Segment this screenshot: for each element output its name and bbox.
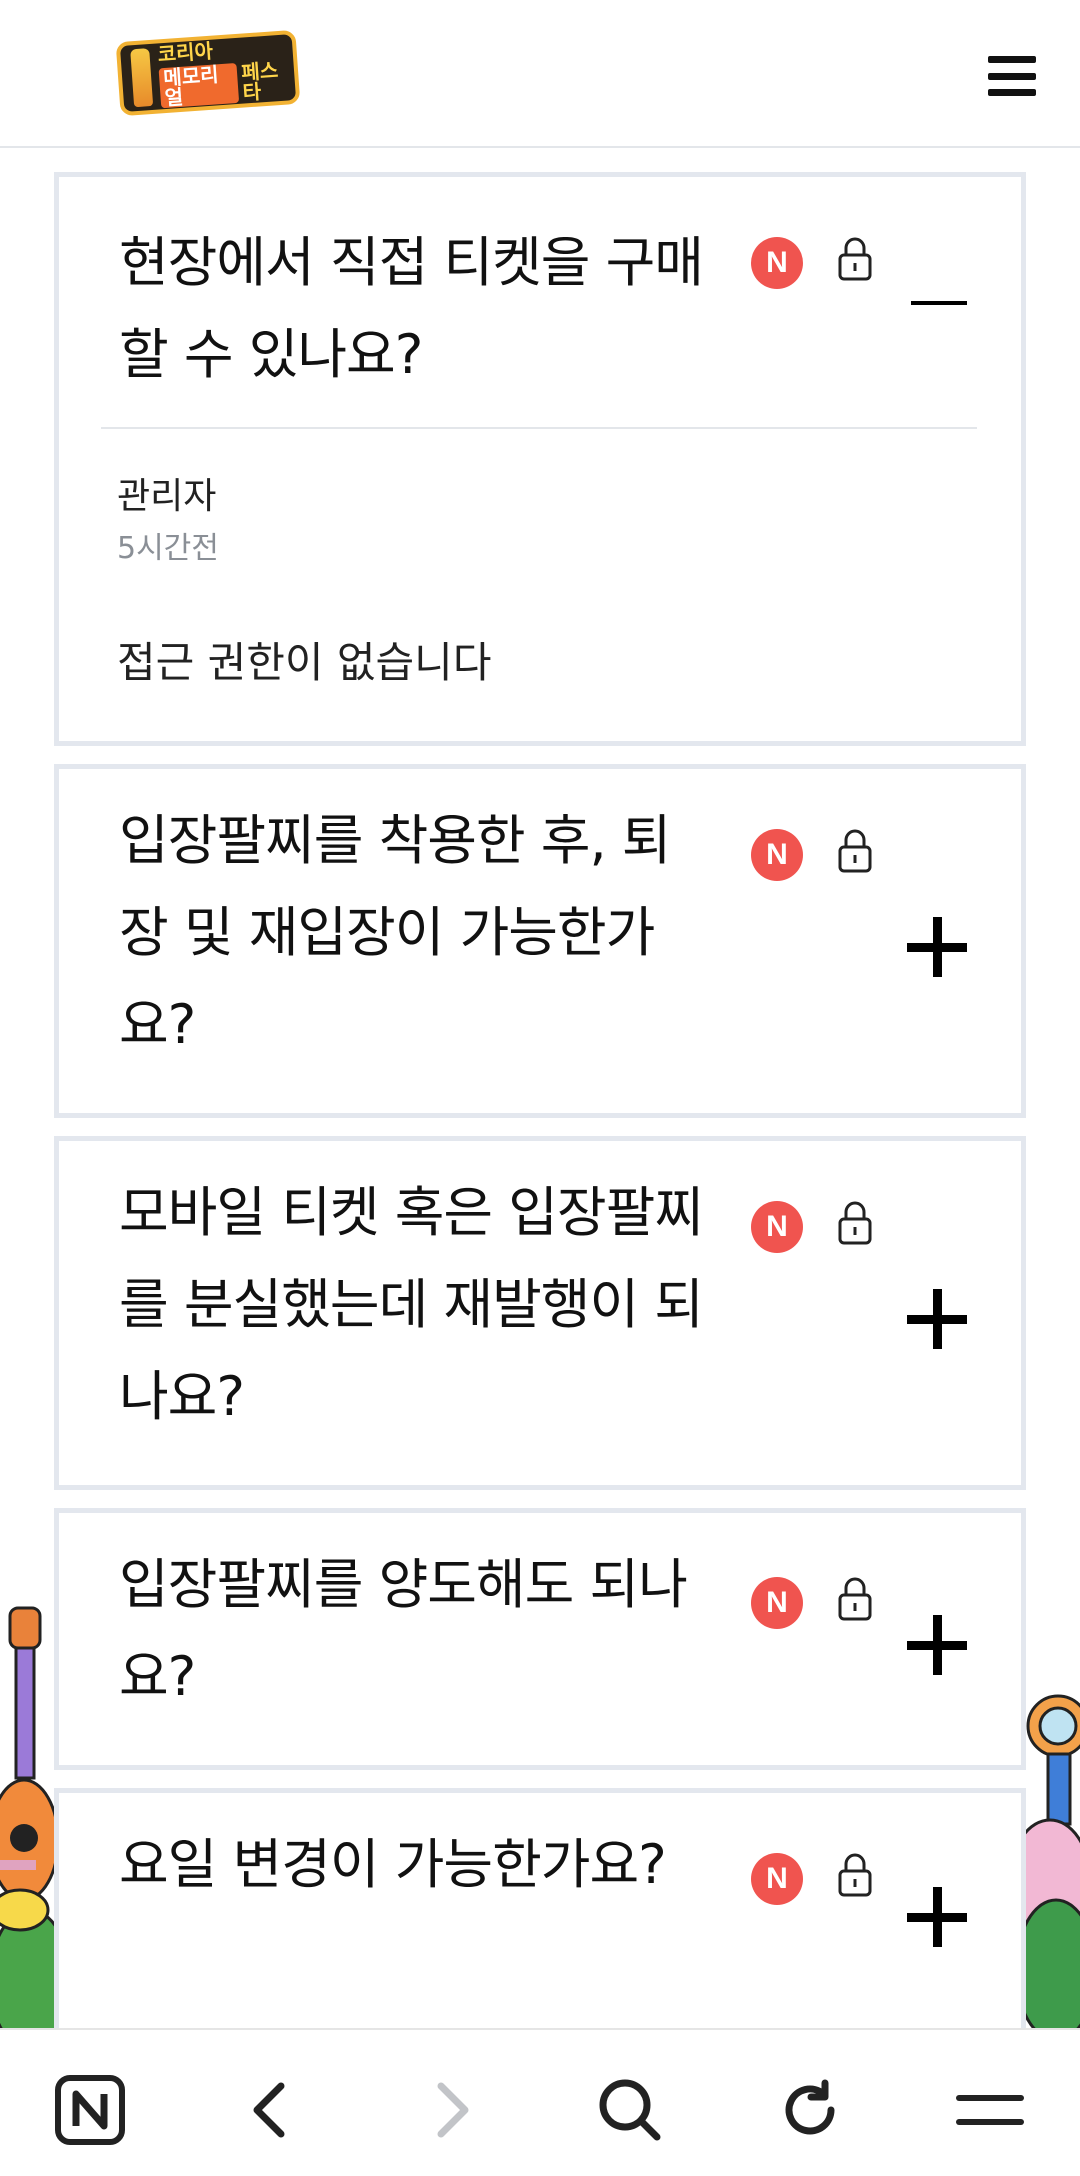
new-badge: N bbox=[751, 829, 803, 881]
expand-plus-icon[interactable] bbox=[907, 917, 967, 977]
faq-item[interactable]: 모바일 티켓 혹은 입장팔찌를 분실했는데 재발행이 되나요? N bbox=[54, 1136, 1026, 1490]
faq-item[interactable]: 요일 변경이 가능한가요? N bbox=[54, 1788, 1026, 2050]
faq-question[interactable]: 입장팔찌를 양도해도 되나요? bbox=[119, 1539, 709, 1723]
logo-memorial: 메모리얼 bbox=[158, 62, 240, 110]
expand-plus-icon[interactable] bbox=[907, 1615, 967, 1675]
faq-question[interactable]: 요일 변경이 가능한가요? bbox=[119, 1819, 709, 1911]
guitar-illustration-icon bbox=[0, 1600, 60, 2030]
faq-item[interactable]: 현장에서 직접 티켓을 구매할 수 있나요? N 관리자 5시간전 접근 권한이… bbox=[54, 172, 1026, 746]
logo-text: 코리아 메모리얼 페스타 bbox=[157, 35, 296, 110]
logo-line2: 메모리얼 페스타 bbox=[158, 58, 296, 110]
faq-item[interactable]: 입장팔찌를 양도해도 되나요? N bbox=[54, 1508, 1026, 1770]
expand-plus-icon[interactable] bbox=[907, 1887, 967, 1947]
faq-question[interactable]: 현장에서 직접 티켓을 구매할 수 있나요? bbox=[119, 217, 709, 401]
lock-icon bbox=[838, 1577, 872, 1621]
lock-icon bbox=[838, 237, 872, 281]
faq-item[interactable]: 입장팔찌를 착용한 후, 퇴장 및 재입장이 가능한가요? N bbox=[54, 764, 1026, 1118]
answer-author: 관리자 bbox=[117, 476, 217, 517]
back-arrow-icon[interactable] bbox=[230, 2070, 310, 2150]
forward-arrow-icon[interactable] bbox=[412, 2070, 492, 2150]
logo-bottle-graphic bbox=[130, 48, 154, 108]
new-badge: N bbox=[751, 1853, 803, 1905]
korea-memorial-festa-logo[interactable]: 코리아 메모리얼 페스타 bbox=[115, 29, 301, 117]
new-badge: N bbox=[751, 1577, 803, 1629]
faq-question[interactable]: 입장팔찌를 착용한 후, 퇴장 및 재입장이 가능한가요? bbox=[119, 795, 709, 1071]
refresh-icon[interactable] bbox=[770, 2070, 850, 2150]
search-icon[interactable] bbox=[590, 2070, 670, 2150]
answer-body: 접근 권한이 없습니다 bbox=[117, 638, 492, 687]
lock-icon bbox=[838, 1853, 872, 1897]
expand-plus-icon[interactable] bbox=[907, 1289, 967, 1349]
hamburger-menu-icon[interactable] bbox=[988, 56, 1036, 96]
new-badge: N bbox=[751, 1201, 803, 1253]
site-header: 코리아 메모리얼 페스타 bbox=[0, 0, 1080, 148]
lock-icon bbox=[838, 1201, 872, 1245]
lock-icon bbox=[838, 829, 872, 873]
menu-icon[interactable] bbox=[950, 2070, 1030, 2150]
browser-bottom-bar bbox=[0, 2028, 1080, 2176]
faq-question[interactable]: 모바일 티켓 혹은 입장팔찌를 분실했는데 재발행이 되나요? bbox=[119, 1167, 709, 1443]
answer-divider bbox=[101, 427, 977, 429]
new-badge: N bbox=[751, 237, 803, 289]
naver-home-icon[interactable] bbox=[50, 2070, 130, 2150]
logo-festa: 페스타 bbox=[240, 58, 279, 105]
collapse-icon[interactable] bbox=[911, 301, 967, 305]
answer-timestamp: 5시간전 bbox=[117, 531, 219, 566]
